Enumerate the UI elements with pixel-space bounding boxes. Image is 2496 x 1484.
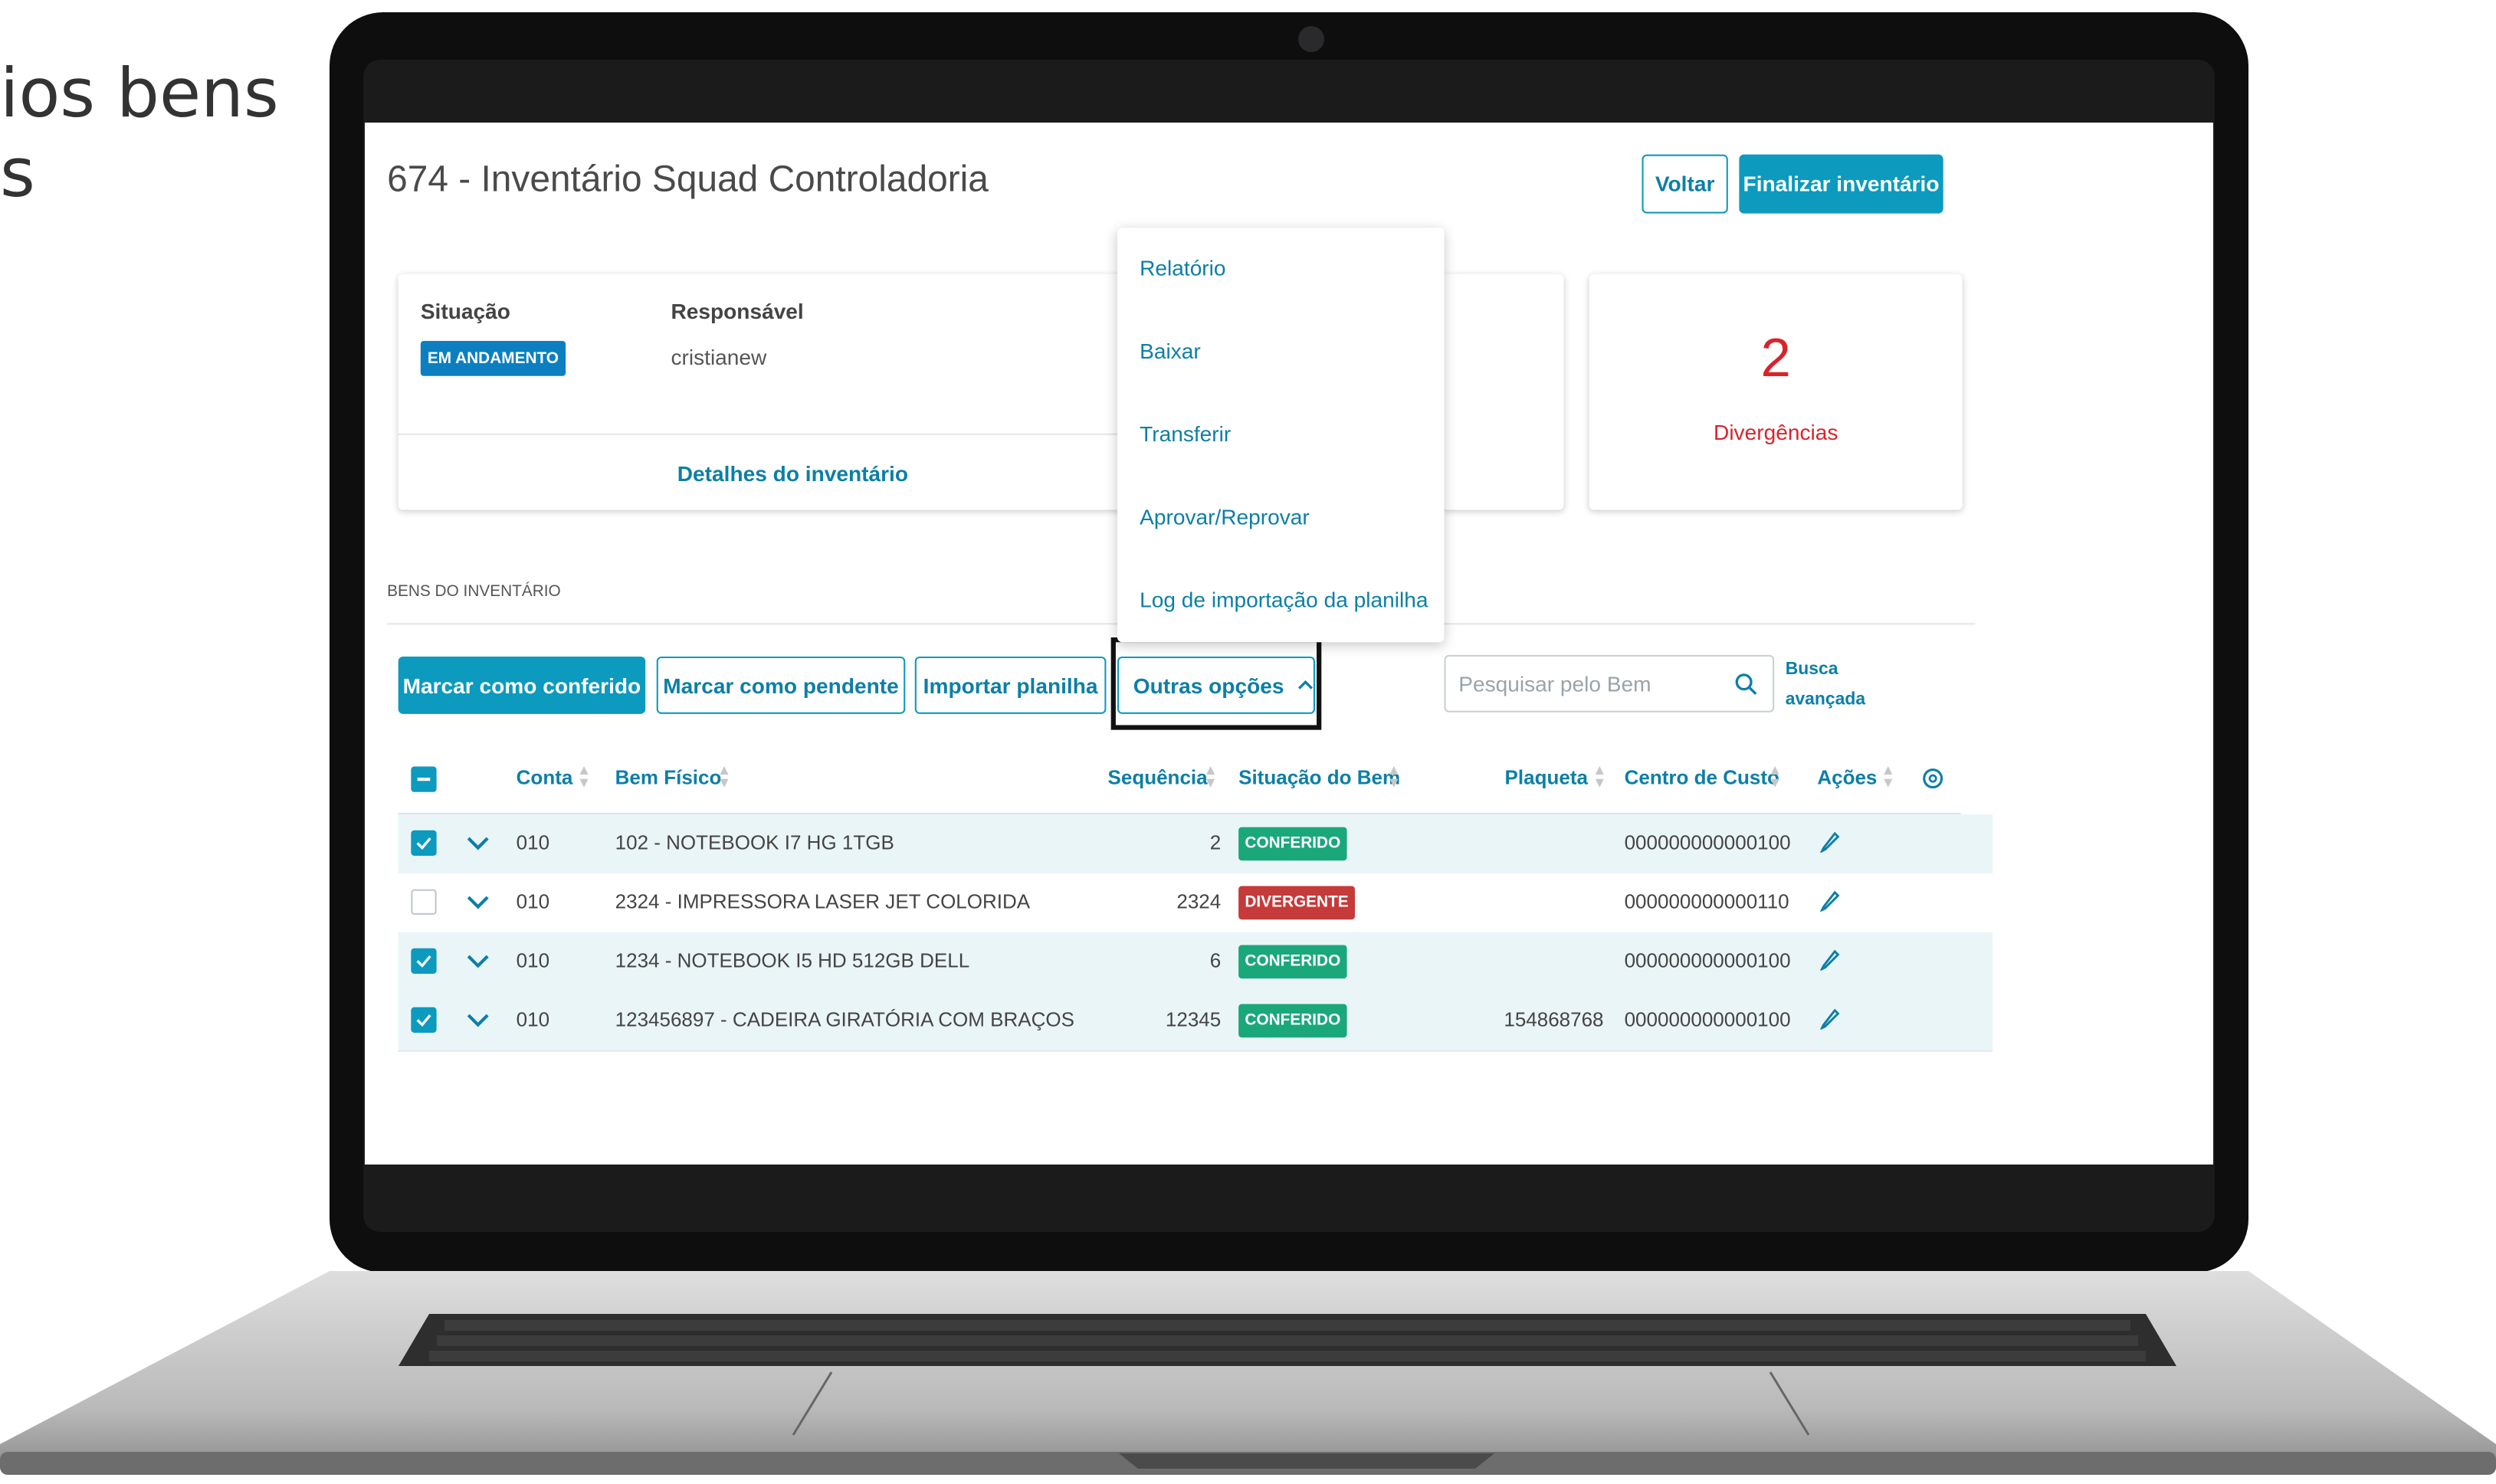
row-checkbox[interactable] <box>411 830 437 857</box>
sort-icon[interactable]: ▲ ▼ <box>1387 762 1402 789</box>
divergencias-card: 2 Divergências <box>1589 274 1963 510</box>
more-options-menu: Relatório Baixar Transferir Aprovar/Repr… <box>1117 228 1445 643</box>
cell-plaqueta: 154868768 <box>1504 1008 1604 1031</box>
status-badge: CONFERIDO <box>1238 827 1347 861</box>
expand-row-icon[interactable] <box>465 1012 490 1028</box>
settings-icon[interactable] <box>1921 767 1945 791</box>
column-conta[interactable]: Conta <box>517 767 573 789</box>
row-checkbox[interactable] <box>411 889 437 916</box>
expand-row-icon[interactable] <box>465 835 490 851</box>
more-options-label: Outras opções <box>1133 673 1284 698</box>
cell-sequencia: 6 <box>1209 949 1222 972</box>
cell-conta: 010 <box>516 949 550 972</box>
cell-sequencia: 12345 <box>1165 1008 1222 1031</box>
card-divider <box>398 433 1148 435</box>
table-row[interactable]: 010 123456897 - CADEIRA GIRATÓRIA COM BR… <box>398 991 1993 1052</box>
cell-centro-custo: 000000000000110 <box>1624 890 1789 913</box>
edit-pencil-icon[interactable] <box>1819 1007 1841 1030</box>
checkmark-icon <box>416 837 431 850</box>
expand-row-icon[interactable] <box>465 953 490 969</box>
page-title: 674 - Inventário Squad Controladoria <box>387 157 989 199</box>
menu-item-transferir[interactable]: Transferir <box>1140 422 1231 446</box>
cell-sequencia: 2324 <box>1176 890 1222 913</box>
cell-conta: 010 <box>516 831 550 854</box>
checkmark-icon <box>416 955 431 968</box>
cell-sequencia: 2 <box>1209 831 1222 854</box>
webcam <box>1298 26 1324 52</box>
situacao-label: Situação <box>420 299 510 324</box>
inventory-info-card: Situação EM ANDAMENTO Responsável cristi… <box>398 274 1148 510</box>
finish-inventory-button[interactable]: Finalizar inventário <box>1739 154 1943 214</box>
edit-pencil-icon[interactable] <box>1819 830 1841 853</box>
menu-item-relatorio[interactable]: Relatório <box>1140 257 1225 280</box>
sort-icon[interactable]: ▲ ▼ <box>1768 762 1783 789</box>
column-acoes: Ações <box>1817 766 1878 789</box>
screen: 674 - Inventário Squad Controladoria Vol… <box>365 123 2213 1165</box>
edit-pencil-icon[interactable] <box>1819 889 1841 912</box>
cell-centro-custo: 000000000000100 <box>1624 831 1791 854</box>
advanced-search-line2: avançada <box>1785 690 1866 709</box>
more-options-button[interactable]: Outras opções <box>1117 656 1315 714</box>
cell-conta: 010 <box>516 1008 550 1031</box>
search-box[interactable]: Pesquisar pelo Bem <box>1444 654 1775 713</box>
select-all-checkbox[interactable] <box>411 766 437 792</box>
menu-item-aprovar[interactable]: Aprovar/Reprovar <box>1140 505 1310 529</box>
column-bem-fisico[interactable]: Bem Físico <box>615 767 722 789</box>
chevron-up-icon <box>1297 680 1313 690</box>
expand-row-icon[interactable] <box>465 894 490 910</box>
cell-bem: 2324 - IMPRESSORA LASER JET COLORIDA <box>615 890 1031 913</box>
mark-pending-button[interactable]: Marcar como pendente <box>656 656 906 714</box>
edit-pencil-icon[interactable] <box>1819 948 1841 971</box>
summary-card <box>1442 274 1564 510</box>
menu-item-baixar[interactable]: Baixar <box>1140 339 1201 363</box>
mark-done-button[interactable]: Marcar como conferido <box>398 656 646 714</box>
search-icon[interactable] <box>1734 673 1758 696</box>
row-checkbox[interactable] <box>411 948 437 974</box>
column-situacao[interactable]: Situação do Bem <box>1238 767 1400 789</box>
section-title: BENS DO INVENTÁRIO <box>387 583 561 601</box>
advanced-search-link[interactable]: Busca avançada <box>1786 655 1865 716</box>
inventory-details-link[interactable]: Detalhes do inventário <box>677 462 908 486</box>
status-badge: DIVERGENTE <box>1238 886 1355 920</box>
table-row[interactable]: 010 102 - NOTEBOOK I7 HG 1TGB 2 CONFERID… <box>398 814 1993 875</box>
cell-centro-custo: 000000000000100 <box>1624 1008 1791 1031</box>
cell-centro-custo: 000000000000100 <box>1624 949 1791 972</box>
laptop: 674 - Inventário Squad Controladoria Vol… <box>0 0 2496 1484</box>
advanced-search-line1: Busca <box>1785 660 1838 680</box>
divergencias-count: 2 <box>1760 328 1791 389</box>
back-button[interactable]: Voltar <box>1642 154 1728 214</box>
import-sheet-button[interactable]: Importar planilha <box>914 656 1107 714</box>
sort-icon[interactable]: ▲ ▼ <box>1592 762 1607 789</box>
menu-item-log-importacao[interactable]: Log de importação da planilha <box>1140 588 1428 612</box>
row-checkbox[interactable] <box>411 1007 437 1033</box>
sort-icon[interactable]: ▲ ▼ <box>577 762 592 789</box>
column-centro-custo[interactable]: Centro de Custo <box>1625 767 1779 789</box>
cell-conta: 010 <box>516 890 550 913</box>
sort-icon[interactable]: ▲ ▼ <box>717 762 732 789</box>
responsavel-label: Responsável <box>671 299 804 324</box>
cell-bem: 1234 - NOTEBOOK I5 HD 512GB DELL <box>615 949 970 972</box>
search-input[interactable]: Pesquisar pelo Bem <box>1458 673 1651 696</box>
checkmark-icon <box>416 1014 431 1027</box>
status-badge: CONFERIDO <box>1238 1004 1347 1038</box>
cell-bem: 102 - NOTEBOOK I7 HG 1TGB <box>615 831 894 854</box>
status-badge: EM ANDAMENTO <box>420 341 566 376</box>
laptop-base <box>0 1271 2496 1475</box>
cell-bem: 123456897 - CADEIRA GIRATÓRIA COM BRAÇOS <box>615 1008 1074 1031</box>
table-row[interactable]: 010 2324 - IMPRESSORA LASER JET COLORIDA… <box>398 873 1993 934</box>
sort-icon[interactable]: ▲ ▼ <box>1203 762 1218 789</box>
status-badge: CONFERIDO <box>1238 945 1347 979</box>
responsavel-value: cristianew <box>671 346 767 370</box>
divergencias-label: Divergências <box>1714 421 1838 445</box>
column-sequencia[interactable]: Sequência <box>1108 767 1208 789</box>
table-row[interactable]: 010 1234 - NOTEBOOK I5 HD 512GB DELL 6 C… <box>398 932 1993 993</box>
inventory-app: 674 - Inventário Squad Controladoria Vol… <box>365 123 2208 1165</box>
column-plaqueta[interactable]: Plaqueta <box>1505 767 1588 789</box>
sort-icon[interactable]: ▲ ▼ <box>1881 762 1896 789</box>
